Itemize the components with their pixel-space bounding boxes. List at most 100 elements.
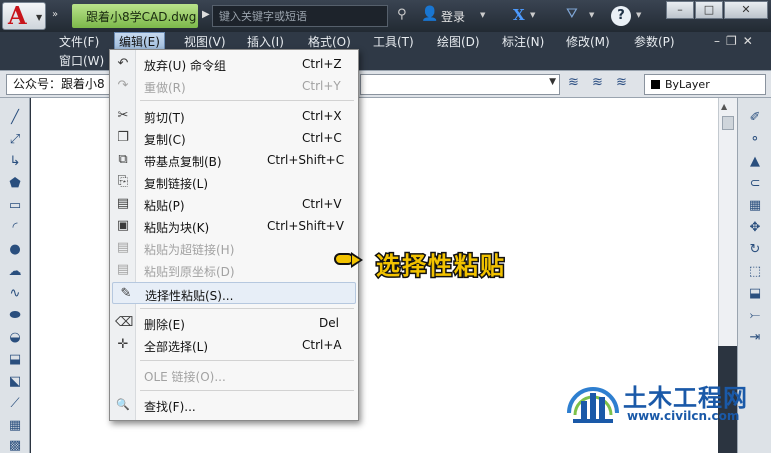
rectangle-icon[interactable]: ▭ [6,198,24,214]
menu-dimension[interactable]: 标注(N) [502,33,544,50]
menu-separator [140,390,354,391]
bylayer-label: ByLayer [665,78,710,91]
draw-toolbar: ╱ ⤢ ↳ ⬟ ▭ ◜ ● ☁ ∿ ⬬ ◒ ⬓ ⬕ ⟋ ▦ ▩ [0,98,30,453]
mdi-window-controls[interactable]: –❐✕ [714,34,759,48]
hatch-icon[interactable]: ▦ [6,418,24,434]
file-tab[interactable]: 跟着小8学CAD.dwg [72,4,198,28]
quick-access-more-icon[interactable]: » [52,9,58,20]
menu-item-paste-special[interactable]: ✎ 选择性粘贴(S)... [112,282,356,304]
layer-match-icon[interactable]: ≋ [616,75,627,90]
chevron-down-icon[interactable]: ▼ [480,11,485,19]
gradient-icon[interactable]: ▩ [6,438,24,453]
search-box[interactable] [212,5,388,27]
menu-item-select-all[interactable]: ✛ 全部选择(L) Ctrl+A [110,334,358,356]
menu-item-shortcut: Ctrl+Y [302,79,341,93]
color-swatch [651,80,660,89]
menu-item-copy-with-base-point[interactable]: ⧉ 带基点复制(B) Ctrl+Shift+C [110,149,358,171]
chevron-down-icon: ▼ [36,13,43,22]
extend-icon[interactable]: ⇥ [746,330,764,346]
menu-format[interactable]: 格式(O) [308,33,351,50]
mirror-icon[interactable]: ▲ [746,154,764,170]
find-icon: 🔍 [116,398,130,411]
copy-object-icon[interactable]: ⚬ [746,132,764,148]
menu-item-paste-as-block[interactable]: ▣ 粘贴为块(K) Ctrl+Shift+V [110,215,358,237]
scroll-thumb[interactable] [722,116,734,130]
offset-icon[interactable]: ⊂ [746,176,764,192]
chevron-down-icon[interactable]: ▼ [530,11,535,19]
search-expand-icon[interactable]: ▶ [202,9,210,20]
arrow-head-fill-icon [352,255,360,265]
chevron-down-icon[interactable]: ▼ [589,11,594,19]
scale-icon[interactable]: ⬚ [746,264,764,280]
menu-item-undo[interactable]: ↶ 放弃(U) 命令组 Ctrl+Z [110,53,358,75]
menu-parameters[interactable]: 参数(P) [634,33,675,50]
close-button[interactable]: ✕ [724,1,768,19]
minimize-button[interactable]: – [666,1,694,19]
watermark-url: www.civilcn.com [627,409,740,423]
color-combo[interactable]: ByLayer [644,74,766,95]
menu-draw[interactable]: 绘图(D) [437,33,480,50]
revision-cloud-icon[interactable]: ☁ [6,264,24,280]
workspace-combo[interactable]: 公众号：跟着小8 [6,74,114,95]
menu-file[interactable]: 文件(F) [59,33,99,50]
menu-item-label: 删除(E) [144,318,185,332]
redo-icon: ↷ [117,78,129,93]
copy-icon: ❐ [117,130,129,145]
ellipse-arc-icon[interactable]: ◒ [6,330,24,346]
menu-item-shortcut: Ctrl+Shift+C [267,153,345,167]
ellipse-icon[interactable]: ⬬ [6,308,24,324]
menu-item-copy-link[interactable]: ⎘ 复制链接(L) [110,171,358,193]
circle-icon[interactable]: ● [6,242,24,258]
menu-item-label: 粘贴(P) [144,199,185,213]
line-icon[interactable]: ╱ [6,110,24,126]
a360-icon[interactable]: ⛛ [566,6,578,22]
menu-modify[interactable]: 修改(M) [566,33,610,50]
menu-item-delete[interactable]: ⌫ 删除(E) Del [110,312,358,334]
array-icon[interactable]: ▦ [746,198,764,214]
menu-item-copy[interactable]: ❐ 复制(C) Ctrl+C [110,127,358,149]
menu-item-label: 复制(C) [144,133,186,147]
layer-states-icon[interactable]: ≋ [568,75,579,90]
menu-item-ole-links: OLE 链接(O)... [110,364,358,386]
help-icon[interactable]: ? [611,6,631,26]
user-icon[interactable]: 👤 [421,6,438,22]
stretch-icon[interactable]: ⬓ [746,286,764,302]
restore-button[interactable]: □ [695,1,723,19]
scroll-up-icon[interactable]: ▲ [721,102,727,111]
layer-previous-icon[interactable]: ≋ [592,75,603,90]
login-button[interactable]: 登录 [441,8,465,25]
trim-icon[interactable]: ⤚ [746,308,764,324]
chevron-down-icon[interactable]: ▼ [636,11,641,19]
construction-line-icon[interactable]: ⤢ [6,132,24,148]
menu-view[interactable]: 视图(V) [184,33,226,50]
rotate-icon[interactable]: ↻ [746,242,764,258]
vertical-scrollbar[interactable]: ▲ [718,98,737,346]
point-icon[interactable]: ⟋ [6,396,24,412]
menu-item-cut[interactable]: ✂ 剪切(T) Ctrl+X [110,105,358,127]
menu-item-paste[interactable]: ▤ 粘贴(P) Ctrl+V [110,193,358,215]
menu-window[interactable]: 窗口(W) [59,52,104,69]
menu-item-label: 放弃(U) 命令组 [144,59,226,73]
search-input[interactable] [213,6,387,26]
spline-icon[interactable]: ∿ [6,286,24,302]
move-icon[interactable]: ✥ [746,220,764,236]
menu-insert[interactable]: 插入(I) [247,33,284,50]
insert-block-icon[interactable]: ⬓ [6,352,24,368]
menu-item-shortcut: Ctrl+X [302,109,342,123]
copy-link-icon: ⎘ [117,174,129,189]
menu-item-find[interactable]: 🔍 查找(F)... [110,394,358,416]
exchange-icon[interactable]: X [513,6,525,24]
polyline-icon[interactable]: ↳ [6,154,24,170]
arc-icon[interactable]: ◜ [6,220,24,236]
polygon-icon[interactable]: ⬟ [6,176,24,192]
layer-combo[interactable]: ▼ [360,74,560,95]
menu-tools[interactable]: 工具(T) [373,33,414,50]
application-menu-button[interactable]: A ▼ [2,2,46,30]
watermark: 土木工程网 www.civilcn.com [565,375,771,453]
menu-item-label: 粘贴为块(K) [144,221,210,235]
menu-separator [140,360,354,361]
paste-hyperlink-icon: ▤ [116,240,130,255]
binoculars-icon[interactable]: ⚲ [397,7,407,22]
make-block-icon[interactable]: ⬕ [6,374,24,390]
erase-icon[interactable]: ✐ [746,110,764,126]
